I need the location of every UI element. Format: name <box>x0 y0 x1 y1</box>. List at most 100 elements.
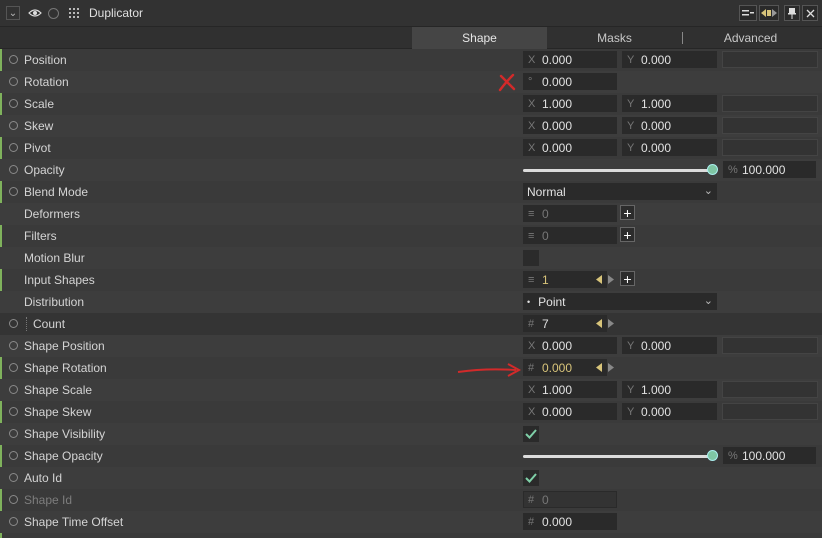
opacity-slider-knob[interactable] <box>707 164 718 175</box>
shape-position-x-field[interactable]: X 0.000 <box>523 337 617 354</box>
shape-scale-x-field[interactable]: X 1.000 <box>523 381 617 398</box>
chevron-down-icon: ⌄ <box>703 295 713 307</box>
property-row-count: Count #7 <box>0 313 822 335</box>
pivot-y-field[interactable]: Y 0.000 <box>622 139 717 156</box>
shape-skew-x-field[interactable]: X 0.000 <box>523 403 617 420</box>
keyframe-toggle-icon[interactable] <box>9 187 18 196</box>
property-row-opacity: Opacity % 100.000 <box>0 159 822 181</box>
opacity-field[interactable]: % 100.000 <box>723 161 816 178</box>
property-row-motion-blur: Motion Blur <box>0 247 822 269</box>
property-row-shape-opacity: Shape Opacity % 100.000 <box>0 445 822 467</box>
property-label: Skew <box>24 119 54 133</box>
property-label: Motion Blur <box>24 251 85 265</box>
visibility-eye-icon[interactable] <box>27 6 43 20</box>
scale-x-field[interactable]: X 1.000 <box>523 95 617 112</box>
keyframe-toggle-icon[interactable] <box>9 451 18 460</box>
keyframe-next-icon[interactable] <box>606 275 614 284</box>
keyframe-toggle-icon[interactable] <box>9 429 18 438</box>
tab-advanced[interactable]: Advanced <box>683 27 818 49</box>
keyframe-toggle-icon[interactable] <box>9 495 18 504</box>
property-tabs: Shape Masks Advanced <box>0 27 822 49</box>
keyframe-toggle-icon[interactable] <box>9 165 18 174</box>
keyframe-prev-icon[interactable] <box>596 363 604 372</box>
tab-masks[interactable]: Masks <box>547 27 682 49</box>
keyframe-toggle-icon[interactable] <box>9 363 18 372</box>
scale-extra-field[interactable] <box>722 95 818 112</box>
position-y-field[interactable]: Y 0.000 <box>622 51 717 68</box>
property-label: Shape Id <box>24 493 73 507</box>
keyframe-toggle-icon[interactable] <box>9 385 18 394</box>
skew-x-field[interactable]: X 0.000 <box>523 117 617 134</box>
property-row-shape-id: Shape Id #0 <box>0 489 822 511</box>
add-deformer-button[interactable]: + <box>620 205 635 220</box>
motion-blur-checkbox[interactable] <box>523 250 539 266</box>
indent-guide <box>26 317 27 331</box>
position-extra-field[interactable] <box>722 51 818 68</box>
property-row-blend-mode: Blend Mode Normal ⌄ <box>0 181 822 203</box>
lock-circle-icon[interactable] <box>48 7 59 19</box>
filters-list-field[interactable]: ≡ 0 <box>523 227 617 244</box>
shape-opacity-slider-knob[interactable] <box>707 450 718 461</box>
keyframe-toggle-icon[interactable] <box>9 473 18 482</box>
shape-position-extra-field[interactable] <box>722 337 818 354</box>
rotation-field[interactable]: ° 0.000 <box>523 73 617 90</box>
distribution-select[interactable]: • Point ⌄ <box>523 293 717 310</box>
shape-skew-y-field[interactable]: Y 0.000 <box>622 403 717 420</box>
opacity-slider[interactable] <box>523 169 713 172</box>
property-label: Shape Scale <box>24 383 93 397</box>
keyframe-next-icon[interactable] <box>606 363 614 372</box>
property-row-shape-position: Shape Position X 0.000 Y 0.000 <box>0 335 822 357</box>
skew-y-field[interactable]: Y 0.000 <box>622 117 717 134</box>
keyframe-nav-icon[interactable] <box>759 5 779 21</box>
keyframe-prev-icon[interactable] <box>596 275 604 284</box>
keyframe-toggle-icon[interactable] <box>9 143 18 152</box>
keyframe-toggle-icon[interactable] <box>9 407 18 416</box>
collapse-chevron-icon[interactable]: ⌄ <box>6 6 20 20</box>
deformers-list-field[interactable]: ≡ 0 <box>523 205 617 222</box>
shape-scale-y-field[interactable]: Y 1.000 <box>622 381 717 398</box>
keyframe-prev-icon[interactable] <box>596 319 604 328</box>
scale-y-field[interactable]: Y 1.000 <box>622 95 717 112</box>
shape-scale-extra-field[interactable] <box>722 381 818 398</box>
property-label: Input Shapes <box>24 273 95 287</box>
property-label: Count <box>33 317 66 331</box>
pin-icon[interactable] <box>784 5 800 21</box>
shape-opacity-slider[interactable] <box>523 455 713 458</box>
shape-rotation-field[interactable]: #0.000 <box>523 359 607 376</box>
drag-grip-icon[interactable] <box>67 6 81 20</box>
add-input-shape-button[interactable]: + <box>620 271 635 286</box>
pivot-extra-field[interactable] <box>722 139 818 156</box>
auto-id-checkbox[interactable] <box>523 470 539 486</box>
blend-mode-select[interactable]: Normal ⌄ <box>523 183 717 200</box>
property-row-scale: Scale X 1.000 Y 1.000 <box>0 93 822 115</box>
shape-visibility-checkbox[interactable] <box>523 426 539 442</box>
shape-position-y-field[interactable]: Y 0.000 <box>622 337 717 354</box>
keyframe-toggle-icon[interactable] <box>9 319 18 328</box>
property-label: Shape Opacity <box>24 449 103 463</box>
red-arrow-annotation-icon <box>457 363 522 377</box>
close-icon[interactable] <box>802 5 818 21</box>
shape-time-offset-field[interactable]: #0.000 <box>523 513 617 530</box>
keyframe-toggle-icon[interactable] <box>9 77 18 86</box>
position-x-field[interactable]: X 0.000 <box>523 51 617 68</box>
keyframe-toggle-icon[interactable] <box>9 121 18 130</box>
options-icon[interactable] <box>739 5 757 21</box>
red-cross-annotation-icon <box>498 73 516 92</box>
keyframe-toggle-icon[interactable] <box>9 99 18 108</box>
keyframe-toggle-icon[interactable] <box>9 55 18 64</box>
skew-extra-field[interactable] <box>722 117 818 134</box>
keyframe-toggle-icon[interactable] <box>9 341 18 350</box>
shape-opacity-field[interactable]: % 100.000 <box>723 447 816 464</box>
pivot-x-field[interactable]: X 0.000 <box>523 139 617 156</box>
keyframe-next-icon[interactable] <box>606 319 614 328</box>
checkmark-icon <box>525 429 537 439</box>
count-field[interactable]: #7 <box>523 315 607 332</box>
property-label: Shape Rotation <box>24 361 107 375</box>
property-row-auto-id: Auto Id <box>0 467 822 489</box>
add-filter-button[interactable]: + <box>620 227 635 242</box>
shape-skew-extra-field[interactable] <box>722 403 818 420</box>
property-row-filters: Filters ≡ 0 + <box>0 225 822 247</box>
tab-shape[interactable]: Shape <box>412 27 547 49</box>
keyframe-toggle-icon[interactable] <box>9 517 18 526</box>
input-shapes-list-field[interactable]: ≡ 1 <box>523 271 607 288</box>
